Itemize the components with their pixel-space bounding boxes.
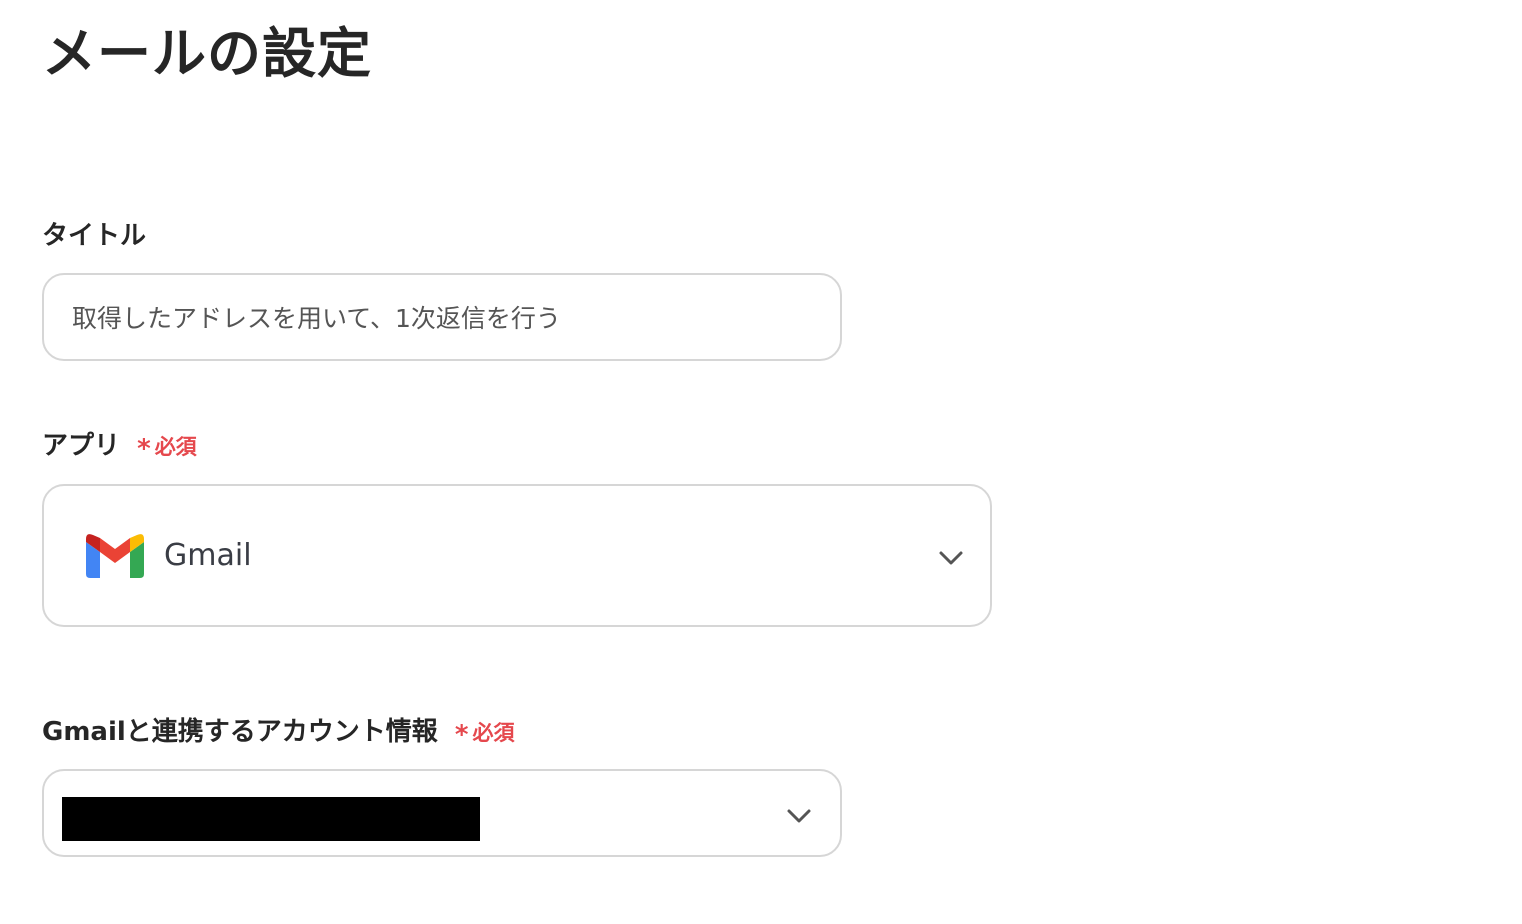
- app-label-text: アプリ: [42, 431, 121, 461]
- app-field-label: アプリ * 必須: [42, 430, 197, 464]
- account-field-label: Gmailと連携するアカウント情報 * 必須: [42, 716, 515, 750]
- required-star: *: [454, 720, 469, 750]
- chevron-down-icon: [939, 551, 963, 565]
- required-badge: * 必須: [137, 430, 197, 464]
- redacted-account-value: [62, 797, 480, 841]
- selected-app-name: Gmail: [164, 538, 252, 573]
- required-text: 必須: [472, 721, 515, 745]
- title-field-label: タイトル: [42, 220, 146, 252]
- account-label-text: Gmailと連携するアカウント情報: [42, 717, 438, 747]
- required-badge: * 必須: [454, 716, 515, 750]
- gmail-logo-icon: [86, 534, 144, 578]
- required-star: *: [137, 434, 151, 464]
- required-text: 必須: [154, 435, 197, 459]
- page-title: メールの設定: [42, 22, 372, 85]
- app-select[interactable]: Gmail: [42, 484, 992, 627]
- account-select[interactable]: [42, 769, 842, 857]
- title-input[interactable]: [42, 273, 842, 361]
- chevron-down-icon: [787, 809, 811, 823]
- title-label-text: タイトル: [42, 221, 147, 251]
